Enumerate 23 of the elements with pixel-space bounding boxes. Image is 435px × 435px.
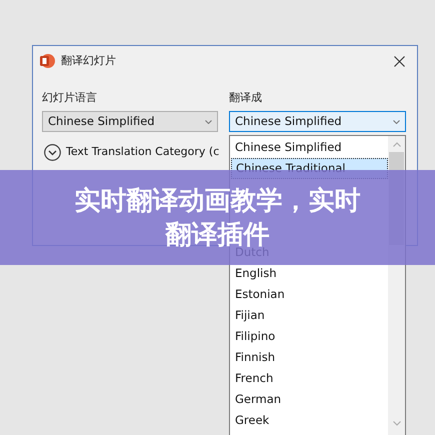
language-option[interactable]: Estonian: [231, 284, 388, 305]
language-option[interactable]: French: [231, 368, 388, 389]
caret-icon: [205, 120, 212, 124]
field-label: 翻译成: [229, 90, 263, 105]
language-option[interactable]: Fijian: [231, 305, 388, 326]
language-option[interactable]: Greek: [231, 410, 388, 431]
language-option[interactable]: Finnish: [231, 347, 388, 368]
language-option[interactable]: Chinese Simplified: [231, 137, 388, 158]
language-option[interactable]: English: [231, 263, 388, 284]
field-label: 幻灯片语言: [42, 90, 98, 105]
caret-icon: [393, 120, 400, 124]
language-option[interactable]: German: [231, 389, 388, 410]
language-dropdown[interactable]: Chinese Simplified: [229, 111, 406, 132]
banner-title: 实时翻译动画教学，实时翻译插件: [74, 184, 362, 250]
presentation-app-icon: [39, 53, 55, 69]
language-dropdown[interactable]: Chinese Simplified: [42, 111, 218, 132]
category-label: Text Translation Category (c: [66, 144, 220, 160]
window-title: 翻译幻灯片: [61, 52, 116, 69]
scroll-up-icon[interactable]: [392, 142, 400, 147]
expand-icon[interactable]: [44, 144, 61, 161]
scroll-down-icon[interactable]: [392, 421, 400, 426]
close-icon[interactable]: [394, 56, 405, 66]
language-option[interactable]: Filipino: [231, 326, 388, 347]
